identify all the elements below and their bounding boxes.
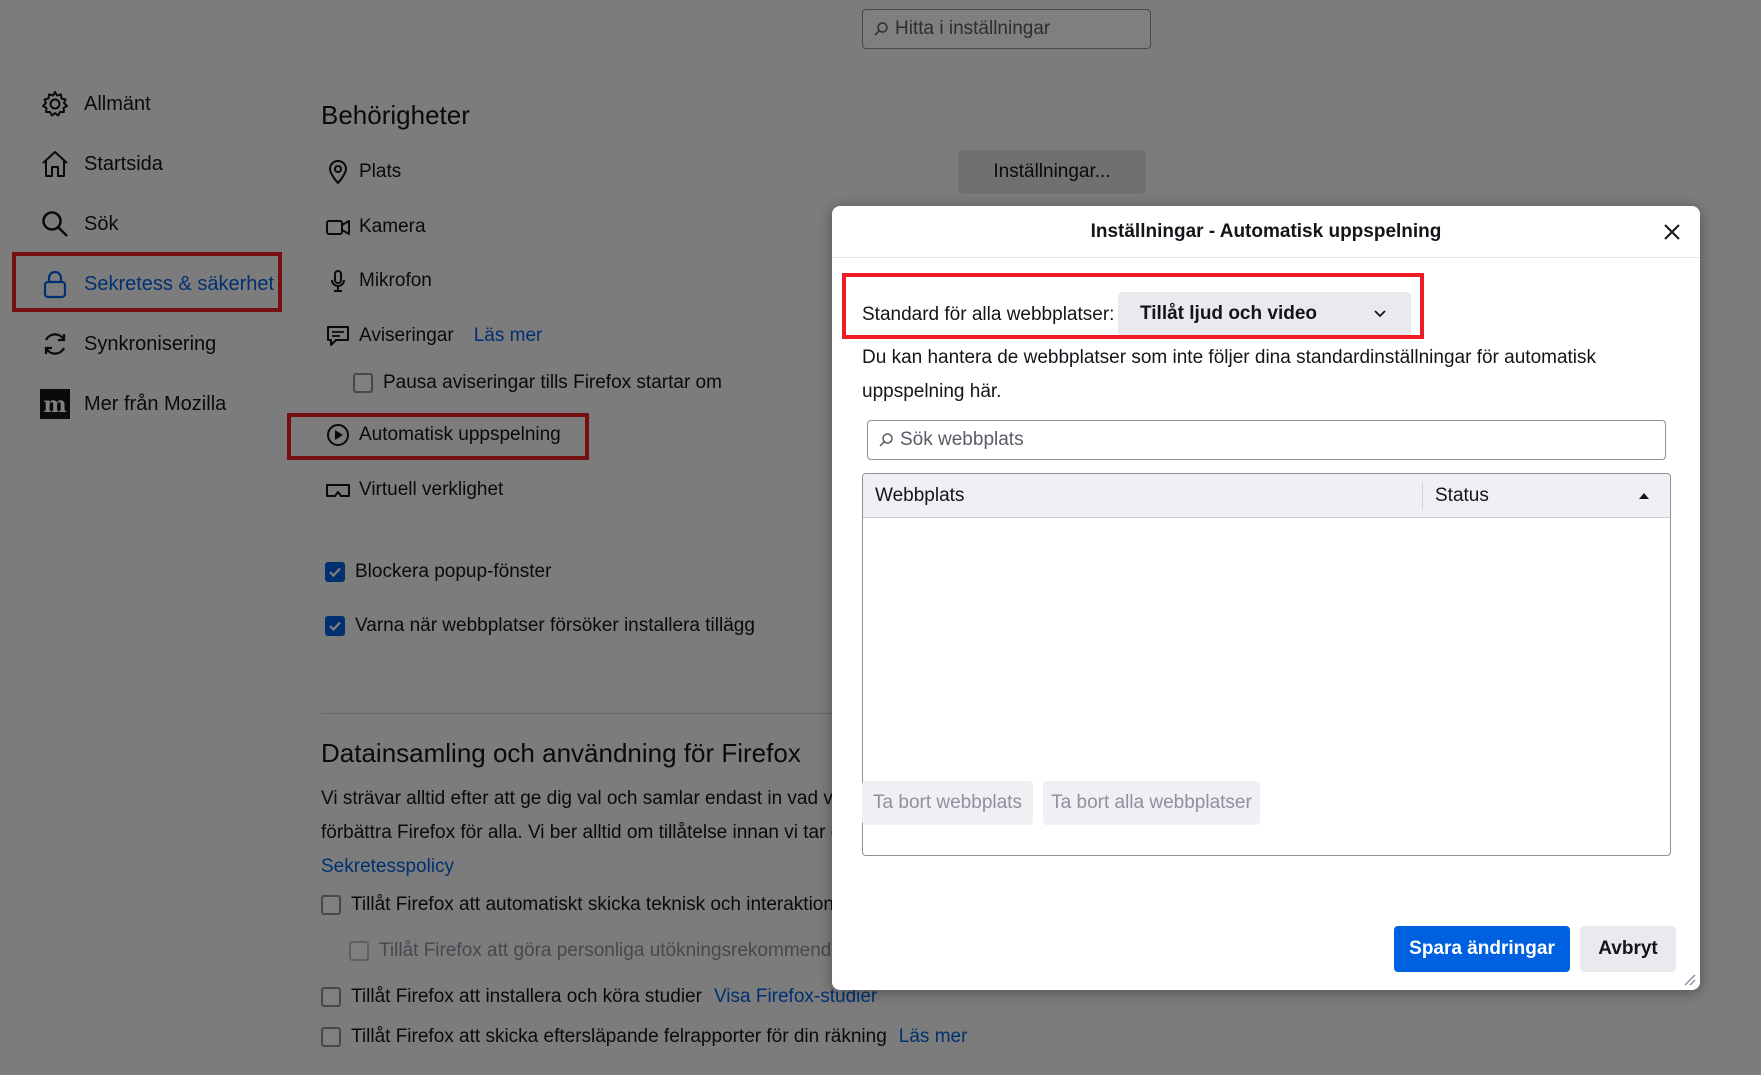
crash-learn-more-link[interactable]: Läs mer xyxy=(899,1026,968,1048)
permission-label: Mikrofon xyxy=(359,270,432,291)
sidebar-item-label: Startsida xyxy=(84,152,163,175)
search-icon xyxy=(874,22,888,36)
remove-all-sites-button[interactable]: Ta bort alla webbplatser xyxy=(1043,781,1260,825)
warn-addons-option[interactable]: Varna när webbplatser försöker installer… xyxy=(325,615,755,637)
block-popups-checkbox[interactable] xyxy=(325,562,345,582)
sidebar-item-more-from-mozilla[interactable]: m Mer från Mozilla xyxy=(40,382,226,426)
column-header-status[interactable]: Status xyxy=(1423,485,1670,507)
checkmark-icon xyxy=(329,567,341,578)
notifications-learn-more-link[interactable]: Läs mer xyxy=(474,325,543,347)
permissions-heading: Behörigheter xyxy=(321,100,470,130)
resize-grip-icon[interactable] xyxy=(1680,970,1696,986)
data-collection-text-2: förbättra Firefox för alla. Vi ber allti… xyxy=(321,822,842,843)
save-changes-button[interactable]: Spara ändringar xyxy=(1394,926,1570,972)
warn-addons-label: Varna när webbplatser försöker installer… xyxy=(355,615,755,636)
svg-text:m: m xyxy=(43,392,66,418)
recommendations-label: Tillåt Firefox att göra personliga utökn… xyxy=(379,940,842,961)
home-icon xyxy=(42,151,68,177)
microphone-icon xyxy=(331,270,345,292)
warn-addons-checkbox[interactable] xyxy=(325,616,345,636)
block-popups-label: Blockera popup-fönster xyxy=(355,561,552,582)
data-collection-text-1: Vi strävar alltid efter att ge dig val o… xyxy=(321,788,838,809)
telemetry-checkbox[interactable] xyxy=(321,895,341,915)
column-header-status-label: Status xyxy=(1435,484,1489,506)
data-collection-heading: Datainsamling och användning för Firefox xyxy=(321,738,801,768)
permission-label: Aviseringar xyxy=(359,325,454,346)
permission-label: Virtuell verklighet xyxy=(359,479,504,500)
dialog-description-1: Du kan hantera de webbplatser som inte f… xyxy=(862,347,1597,368)
permission-vr: Virtuell verklighet xyxy=(325,474,503,506)
privacy-policy-link[interactable]: Sekretesspolicy xyxy=(321,856,454,878)
section-divider xyxy=(321,713,841,714)
sync-icon xyxy=(44,333,66,355)
permission-location: Plats xyxy=(325,156,401,188)
cancel-button[interactable]: Avbryt xyxy=(1580,926,1676,972)
pause-notifications-label: Pausa aviseringar tills Firefox startar … xyxy=(383,372,722,393)
column-header-site[interactable]: Webbplats xyxy=(863,482,1423,509)
highlight-box-privacy xyxy=(12,252,282,312)
dialog-title: Inställningar - Automatisk uppspelning xyxy=(832,206,1700,258)
remove-site-button[interactable]: Ta bort webbplats xyxy=(862,781,1033,825)
pause-notifications-option[interactable]: Pausa aviseringar tills Firefox startar … xyxy=(353,372,722,394)
dialog-description-2: uppspelning här. xyxy=(862,381,1002,402)
location-settings-button[interactable]: Inställningar... xyxy=(958,150,1146,194)
sidebar-item-home[interactable]: Startsida xyxy=(40,142,163,186)
permission-notifications: Aviseringar Läs mer xyxy=(325,320,542,352)
sidebar-item-general[interactable]: Allmänt xyxy=(40,82,151,126)
search-site-placeholder: Sök webbplats xyxy=(900,429,1024,450)
sidebar-item-label: Sök xyxy=(84,212,119,235)
gear-icon xyxy=(42,91,68,117)
autoplay-settings-dialog: Inställningar - Automatisk uppspelning S… xyxy=(832,206,1700,990)
crash-reports-option[interactable]: Tillåt Firefox att skicka eftersläpande … xyxy=(321,1026,967,1048)
sites-table-header: Webbplats Status xyxy=(863,474,1670,518)
block-popups-option[interactable]: Blockera popup-fönster xyxy=(325,561,551,583)
close-icon xyxy=(1664,224,1680,240)
sort-ascending-icon xyxy=(1639,492,1649,499)
close-button[interactable] xyxy=(1658,218,1686,246)
search-icon xyxy=(42,211,68,237)
sidebar-item-search[interactable]: Sök xyxy=(40,202,118,246)
studies-checkbox[interactable] xyxy=(321,987,341,1007)
crash-reports-label: Tillåt Firefox att skicka eftersläpande … xyxy=(351,1026,887,1047)
camera-icon xyxy=(326,220,350,235)
find-in-settings-placeholder: Hitta i inställningar xyxy=(895,18,1051,39)
permission-label: Plats xyxy=(359,161,402,182)
permission-microphone: Mikrofon xyxy=(325,265,432,297)
permission-label: Kamera xyxy=(359,216,426,237)
telemetry-label: Tillåt Firefox att automatiskt skicka te… xyxy=(351,894,844,915)
studies-label: Tillåt Firefox att installera och köra s… xyxy=(351,986,702,1007)
permission-camera: Kamera xyxy=(325,211,426,243)
highlight-box-autoplay xyxy=(287,413,589,460)
recommendations-checkbox[interactable] xyxy=(349,941,369,961)
search-icon xyxy=(879,433,893,447)
mozilla-icon: m xyxy=(40,389,70,419)
notification-icon xyxy=(327,326,349,346)
location-pin-icon xyxy=(328,160,348,185)
pause-notifications-checkbox[interactable] xyxy=(353,373,373,393)
find-in-settings-input[interactable]: Hitta i inställningar xyxy=(862,9,1151,49)
search-site-input[interactable]: Sök webbplats xyxy=(867,420,1666,460)
recommendations-option[interactable]: Tillåt Firefox att göra personliga utökn… xyxy=(349,940,842,962)
sidebar-item-label: Mer från Mozilla xyxy=(84,392,227,415)
checkmark-icon xyxy=(329,621,341,632)
sidebar-item-label: Allmänt xyxy=(84,92,151,115)
sidebar-item-label: Synkronisering xyxy=(84,332,217,355)
telemetry-option[interactable]: Tillåt Firefox att automatiskt skicka te… xyxy=(321,894,843,916)
vr-headset-icon xyxy=(326,484,350,497)
highlight-box-default xyxy=(842,273,1424,339)
crash-reports-checkbox[interactable] xyxy=(321,1027,341,1047)
studies-option[interactable]: Tillåt Firefox att installera och köra s… xyxy=(321,986,877,1008)
sidebar-item-sync[interactable]: Synkronisering xyxy=(40,322,216,366)
column-header-site-label: Webbplats xyxy=(875,484,965,506)
